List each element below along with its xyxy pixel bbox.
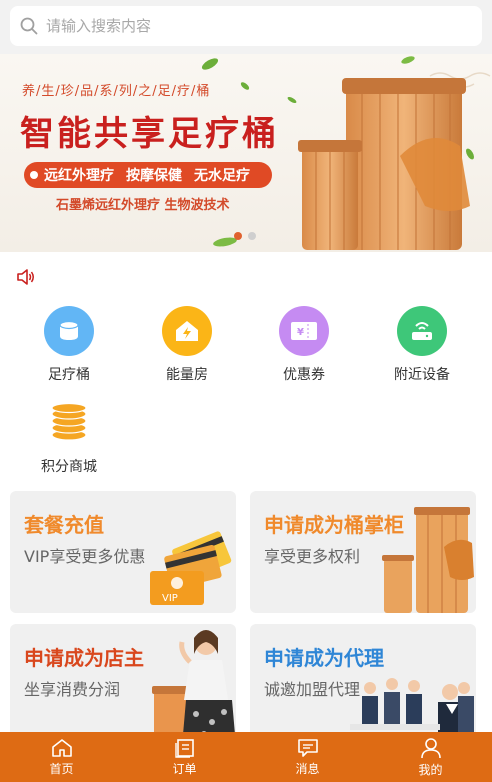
grid-item-points-mall[interactable]: 积分商城	[10, 398, 128, 478]
card-package-recharge[interactable]: 套餐充值 VIP享受更多优惠 VIP	[10, 491, 236, 613]
card-title: 申请成为代理	[264, 646, 384, 670]
search-icon	[20, 17, 38, 35]
message-icon	[297, 738, 318, 757]
grid-item-foot-spa[interactable]: 足疗桶	[10, 306, 128, 386]
card-title: 申请成为店主	[24, 646, 144, 670]
card-apply-agent[interactable]: 申请成为代理 诚邀加盟代理	[250, 624, 476, 746]
grid-item-label: 优惠券	[283, 367, 325, 383]
carousel-indicator	[234, 232, 256, 240]
search-bar	[0, 0, 492, 54]
card-subtitle: 享受更多权利	[264, 547, 361, 566]
grid-item-coupon[interactable]: ¥ 优惠券	[245, 306, 363, 386]
banner-feature: 按摩保健	[126, 168, 182, 184]
grid-item-label: 附近设备	[394, 367, 450, 383]
banner-title: 智能共享足疗桶	[20, 114, 279, 154]
tab-label: 消息	[295, 761, 320, 776]
card-apply-barrel-manager[interactable]: 申请成为桶掌柜 享受更多权利	[250, 491, 476, 613]
grid-item-energy-house[interactable]: 能量房	[128, 306, 246, 386]
promo-banner[interactable]: 养/生/珍/品/系/列/之/足/疗/桶 智能共享足疗桶 远红外理疗 按摩保健 无…	[0, 54, 492, 252]
grid-item-label: 能量房	[166, 367, 208, 383]
tab-label: 我的	[418, 762, 443, 777]
bucket-icon	[44, 306, 94, 356]
tab-messages[interactable]: 消息	[246, 732, 369, 782]
energy-house-icon	[162, 306, 212, 356]
nearby-device-icon	[397, 306, 447, 356]
tab-label: 订单	[172, 761, 197, 776]
speaker-icon[interactable]	[16, 268, 36, 286]
banner-feature: 无水足疗	[194, 168, 250, 184]
grid-item-label: 足疗桶	[48, 367, 90, 383]
svg-text:¥: ¥	[297, 327, 304, 338]
tab-profile[interactable]: 我的	[369, 732, 492, 782]
banner-feature-pill: 远红外理疗 按摩保健 无水足疗	[24, 162, 272, 188]
card-subtitle: VIP享受更多优惠	[24, 547, 146, 566]
vip-badge: VIP	[162, 593, 178, 604]
vip-cards-icon: VIP	[150, 531, 232, 605]
carousel-dot[interactable]	[234, 232, 242, 240]
search-box[interactable]	[10, 6, 482, 46]
card-subtitle: 诚邀加盟代理	[264, 680, 361, 699]
tab-orders[interactable]: 订单	[123, 732, 246, 782]
profile-icon	[420, 737, 441, 758]
card-subtitle: 坐享消费分润	[24, 680, 121, 699]
carousel-dot[interactable]	[248, 232, 256, 240]
shop-owner-image	[152, 630, 236, 746]
coupon-icon: ¥	[279, 306, 329, 356]
tab-label: 首页	[49, 761, 74, 776]
points-coins-icon	[44, 398, 94, 448]
search-input[interactable]	[46, 17, 446, 35]
card-apply-shop-owner[interactable]: 申请成为店主 坐享消费分润	[10, 624, 236, 746]
bottom-tab-bar: 首页 订单 消息 我的	[0, 732, 492, 782]
home-icon	[51, 738, 72, 757]
barrel-image	[382, 507, 474, 613]
tab-home[interactable]: 首页	[0, 732, 123, 782]
banner-subtitle: 石墨烯远红外理疗 生物波技术	[56, 198, 230, 213]
card-title: 套餐充值	[24, 513, 104, 537]
order-icon	[174, 738, 194, 758]
grid-item-label: 积分商城	[41, 459, 97, 475]
grid-item-nearby-device[interactable]: 附近设备	[363, 306, 481, 386]
foot-spa-barrel-image	[298, 78, 470, 250]
banner-series-text: 养/生/珍/品/系/列/之/足/疗/桶	[22, 84, 211, 99]
banner-feature: 远红外理疗	[44, 168, 114, 184]
